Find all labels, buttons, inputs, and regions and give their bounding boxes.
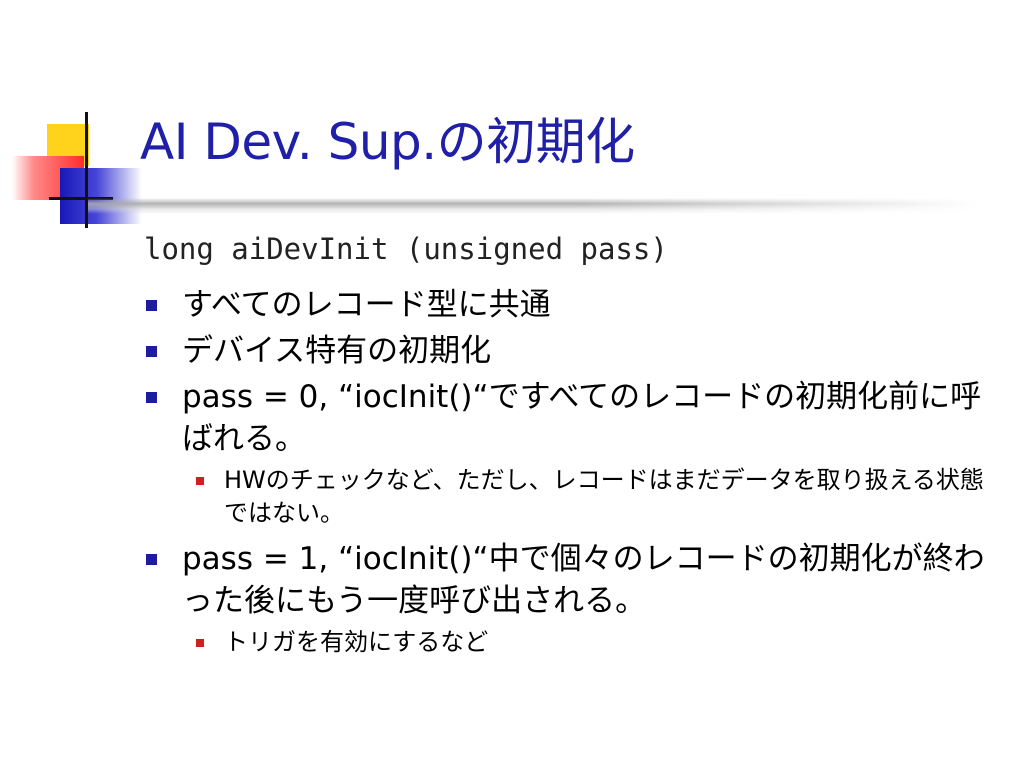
bullet-item: pass = 1, “iocInit()“中で個々のレコードの初期化が終わった後… [144, 538, 989, 622]
bullet-text: pass = 0, “iocInit()“ですべてのレコードの初期化前に呼ばれる… [182, 379, 982, 457]
square-bullet-icon [146, 300, 157, 311]
sub-bullet-item: トリガを有効にするなど [182, 626, 989, 659]
sub-bullet-container: HWのチェックなど、ただし、レコードはまだデータを取り扱える状態ではない。 [144, 464, 989, 530]
bullet-text: すべてのレコード型に共通 [182, 287, 551, 323]
title-underline [88, 198, 978, 214]
bullet-item: すべてのレコード型に共通 [144, 284, 989, 326]
sub-bullet-text: HWのチェックなど、ただし、レコードはまだデータを取り扱える状態ではない。 [224, 466, 984, 527]
sub-bullet-list: トリガを有効にするなど [144, 626, 989, 659]
square-bullet-icon [146, 554, 157, 565]
bullet-text: pass = 1, “iocInit()“中で個々のレコードの初期化が終わった後… [182, 541, 985, 619]
function-signature: long aiDevInit (unsigned pass) [144, 232, 668, 266]
bullet-item: pass = 0, “iocInit()“ですべてのレコードの初期化前に呼ばれる… [144, 376, 989, 460]
sub-bullet-item: HWのチェックなど、ただし、レコードはまだデータを取り扱える状態ではない。 [182, 464, 989, 530]
small-square-bullet-icon [196, 477, 204, 485]
small-square-bullet-icon [196, 639, 204, 647]
square-bullet-icon [146, 392, 157, 403]
sub-bullet-text: トリガを有効にするなど [224, 628, 489, 656]
slide-title: AI Dev. Sup.の初期化 [140, 113, 635, 171]
blue-square-decoration [60, 168, 142, 224]
square-bullet-icon [146, 346, 157, 357]
sub-bullet-list: HWのチェックなど、ただし、レコードはまだデータを取り扱える状態ではない。 [144, 464, 989, 530]
bullet-list: すべてのレコード型に共通 デバイス特有の初期化 pass = 0, “iocIn… [144, 284, 989, 667]
sub-bullet-container: トリガを有効にするなど [144, 626, 989, 659]
bullet-item: デバイス特有の初期化 [144, 330, 989, 372]
bullet-text: デバイス特有の初期化 [182, 333, 492, 369]
slide: AI Dev. Sup.の初期化 long aiDevInit (unsigne… [0, 0, 1024, 768]
